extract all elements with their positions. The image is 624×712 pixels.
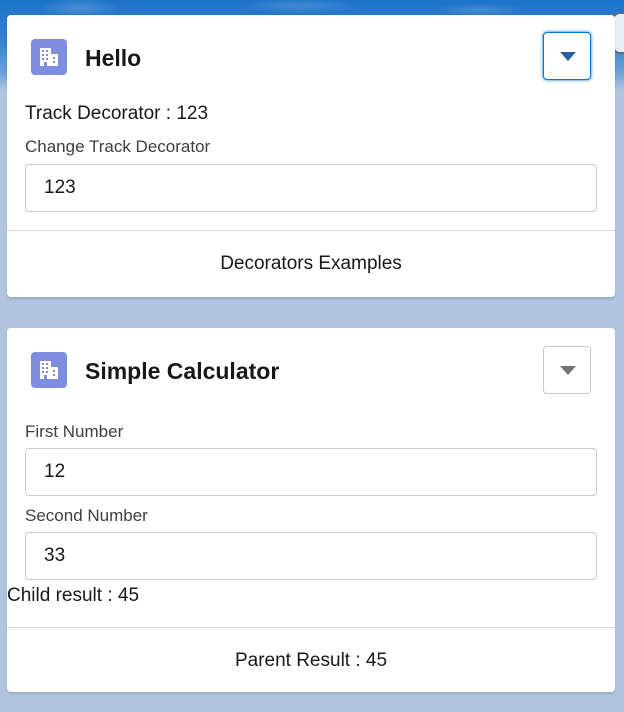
building-icon	[31, 39, 67, 75]
change-track-decorator-input[interactable]	[25, 164, 597, 212]
hello-card-title: Hello	[85, 45, 142, 71]
hello-card-footer: Decorators Examples	[220, 253, 402, 274]
chevron-down-icon	[560, 52, 576, 61]
parent-result-text: Parent Result : 45	[234, 650, 388, 671]
first-number-input[interactable]	[25, 448, 597, 496]
track-decorator-text: Track Decorator : 123	[25, 103, 209, 124]
hello-card: Hello Track Decorator : 123 Change Track…	[7, 15, 615, 297]
calculator-card: Simple Calculator First Number Second Nu…	[7, 328, 615, 692]
child-result-text: Child result : 45	[7, 585, 140, 606]
chevron-down-icon	[560, 366, 576, 375]
second-number-input[interactable]	[25, 532, 597, 580]
building-icon	[31, 352, 67, 388]
change-track-decorator-label: Change Track Decorator	[25, 137, 211, 156]
hello-card-menu-button[interactable]	[543, 32, 591, 80]
calculator-card-footer-divider	[7, 627, 615, 628]
second-number-label: Second Number	[25, 506, 148, 525]
calculator-card-menu-button[interactable]	[543, 346, 591, 394]
first-number-label: First Number	[25, 422, 124, 441]
calculator-card-title: Simple Calculator	[85, 358, 280, 384]
hello-card-footer-divider	[7, 230, 615, 231]
